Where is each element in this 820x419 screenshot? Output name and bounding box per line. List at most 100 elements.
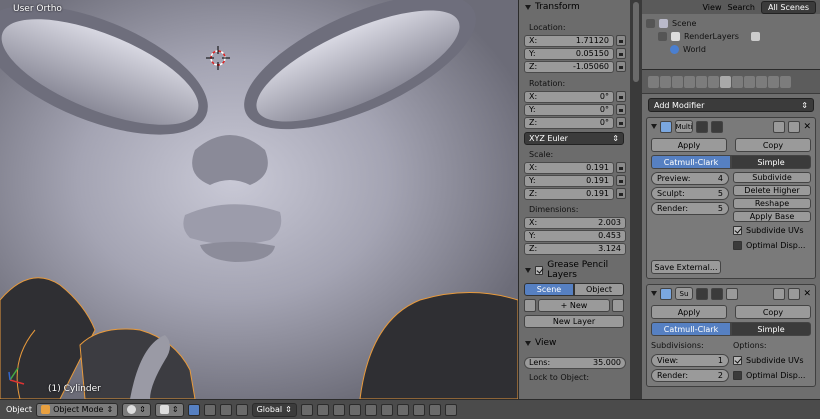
- lens-field[interactable]: Lens: 35.000: [524, 356, 626, 369]
- simple-toggle[interactable]: Simple: [731, 155, 811, 169]
- layer-button-icon[interactable]: [332, 403, 345, 416]
- new-layer-button[interactable]: New Layer: [524, 315, 624, 328]
- render-tab-icon[interactable]: [648, 75, 659, 88]
- viewport-shading-select[interactable]: ⇕: [122, 402, 151, 417]
- lock-icon[interactable]: [616, 175, 626, 186]
- lock-icon[interactable]: [616, 91, 626, 102]
- location-x-field[interactable]: X: 1.71120: [524, 34, 626, 47]
- layer-button-icon[interactable]: [316, 403, 329, 416]
- layer-button-icon[interactable]: [300, 403, 313, 416]
- modifier-name-field[interactable]: Multi: [675, 120, 693, 133]
- material-tab-icon[interactable]: [744, 75, 755, 88]
- editmode-toggle-icon[interactable]: [726, 287, 738, 300]
- render-levels-field[interactable]: Render: 2: [651, 369, 729, 382]
- snap-toggle-icon[interactable]: [396, 403, 409, 416]
- transform-panel-header[interactable]: Transform: [519, 0, 630, 14]
- lock-icon[interactable]: [616, 162, 626, 173]
- scale-x-field[interactable]: X: 0.191: [524, 161, 626, 174]
- render-levels-field[interactable]: Render: 5: [651, 202, 729, 215]
- subdivide-uvs-checkbox[interactable]: Subdivide UVs: [733, 224, 811, 237]
- close-icon[interactable]: ✕: [803, 122, 811, 132]
- move-up-icon[interactable]: [773, 287, 786, 300]
- copy-button[interactable]: Copy: [735, 305, 811, 319]
- pencil-icon[interactable]: [524, 299, 536, 312]
- layer-button-icon[interactable]: [348, 403, 361, 416]
- subdivide-uvs-checkbox[interactable]: Subdivide UVs: [733, 354, 811, 367]
- preview-levels-field[interactable]: Preview: 4: [651, 172, 729, 185]
- lock-icon[interactable]: [616, 117, 626, 128]
- apply-button[interactable]: Apply: [651, 305, 727, 319]
- add-modifier-select[interactable]: Add Modifier ⇕: [648, 98, 814, 112]
- move-down-icon[interactable]: [788, 287, 801, 300]
- dimension-x-field[interactable]: X: 2.003: [524, 216, 626, 229]
- lock-icon[interactable]: [616, 188, 626, 199]
- new-grease-button[interactable]: + New: [538, 299, 610, 312]
- lock-icon[interactable]: [616, 35, 626, 46]
- grease-pencil-checkbox[interactable]: [535, 265, 544, 275]
- view-panel-header[interactable]: View: [519, 336, 630, 350]
- rotation-mode-select[interactable]: XYZ Euler ⇕: [524, 132, 624, 145]
- view-levels-field[interactable]: View: 1: [651, 354, 729, 367]
- mode-select[interactable]: Object Mode ⇕: [36, 402, 119, 417]
- rotation-z-field[interactable]: Z: 0°: [524, 116, 626, 129]
- move-down-icon[interactable]: [788, 120, 801, 133]
- 3d-viewport[interactable]: User Ortho (1) Cylinder: [0, 0, 518, 399]
- object-menu[interactable]: Object: [6, 405, 32, 414]
- expand-icon[interactable]: [658, 32, 667, 41]
- optimal-display-checkbox[interactable]: Optimal Disp...: [733, 239, 811, 252]
- location-z-field[interactable]: Z: -1.05060: [524, 60, 626, 73]
- outliner-row-world[interactable]: World: [642, 43, 820, 56]
- translate-manipulator-icon[interactable]: [203, 403, 216, 416]
- close-icon[interactable]: [612, 299, 624, 312]
- manipulator-toggle-icon[interactable]: [187, 403, 200, 416]
- move-up-icon[interactable]: [773, 120, 786, 133]
- apply-base-button[interactable]: Apply Base: [733, 211, 811, 222]
- delete-higher-button[interactable]: Delete Higher: [733, 185, 811, 196]
- display-mode-select[interactable]: All Scenes: [760, 0, 816, 14]
- save-external-button[interactable]: Save External...: [651, 260, 721, 274]
- scrollbar-thumb[interactable]: [633, 2, 639, 82]
- render-layer-toggle-icon[interactable]: [750, 32, 760, 41]
- viewport-toggle-icon[interactable]: [711, 120, 723, 133]
- pivot-point-select[interactable]: ⇕: [154, 402, 184, 417]
- panel-scrollbar[interactable]: [630, 0, 642, 399]
- layer-button-icon[interactable]: [364, 403, 377, 416]
- scale-z-field[interactable]: Z: 0.191: [524, 187, 626, 200]
- scene-tab-icon[interactable]: [672, 75, 683, 88]
- modifier-name-field[interactable]: Su: [675, 287, 693, 300]
- render-toggle-icon[interactable]: [696, 287, 708, 300]
- outliner-row-scene[interactable]: Scene: [642, 17, 820, 30]
- optimal-display-checkbox[interactable]: Optimal Disp...: [733, 369, 811, 382]
- copy-button[interactable]: Copy: [735, 138, 811, 152]
- scene-tab[interactable]: Scene: [524, 283, 574, 296]
- grease-source-toggle[interactable]: Scene Object: [524, 283, 624, 296]
- viewport-toggle-icon[interactable]: [711, 287, 723, 300]
- render-toggle-icon[interactable]: [696, 120, 708, 133]
- rotate-manipulator-icon[interactable]: [219, 403, 232, 416]
- transform-orientation-select[interactable]: Global ⇕: [251, 402, 297, 417]
- simple-toggle[interactable]: Simple: [731, 322, 811, 336]
- dimension-z-field[interactable]: Z: 3.124: [524, 242, 626, 255]
- outliner-row-renderlayers[interactable]: RenderLayers: [642, 30, 820, 43]
- opengl-render-icon[interactable]: [444, 403, 457, 416]
- reshape-button[interactable]: Reshape: [733, 198, 811, 209]
- world-tab-icon[interactable]: [684, 75, 695, 88]
- collapse-triangle-icon[interactable]: [651, 124, 657, 129]
- subdivide-button[interactable]: Subdivide: [733, 172, 811, 183]
- close-icon[interactable]: ✕: [803, 289, 811, 299]
- apply-button[interactable]: Apply: [651, 138, 727, 152]
- catmull-clark-toggle[interactable]: Catmull-Clark: [651, 322, 731, 336]
- scale-y-field[interactable]: Y: 0.191: [524, 174, 626, 187]
- physics-tab-icon[interactable]: [780, 75, 791, 88]
- collapse-triangle-icon[interactable]: [651, 291, 657, 296]
- dimension-y-field[interactable]: Y: 0.453: [524, 229, 626, 242]
- object-tab[interactable]: Object: [574, 283, 624, 296]
- rotation-x-field[interactable]: X: 0°: [524, 90, 626, 103]
- particles-tab-icon[interactable]: [768, 75, 779, 88]
- render-layers-tab-icon[interactable]: [660, 75, 671, 88]
- modifiers-tab-icon[interactable]: [720, 75, 731, 88]
- lock-icon[interactable]: [616, 104, 626, 115]
- view-menu[interactable]: View: [703, 3, 722, 12]
- grease-pencil-header[interactable]: Grease Pencil Layers: [519, 260, 630, 280]
- expand-icon[interactable]: [646, 19, 655, 28]
